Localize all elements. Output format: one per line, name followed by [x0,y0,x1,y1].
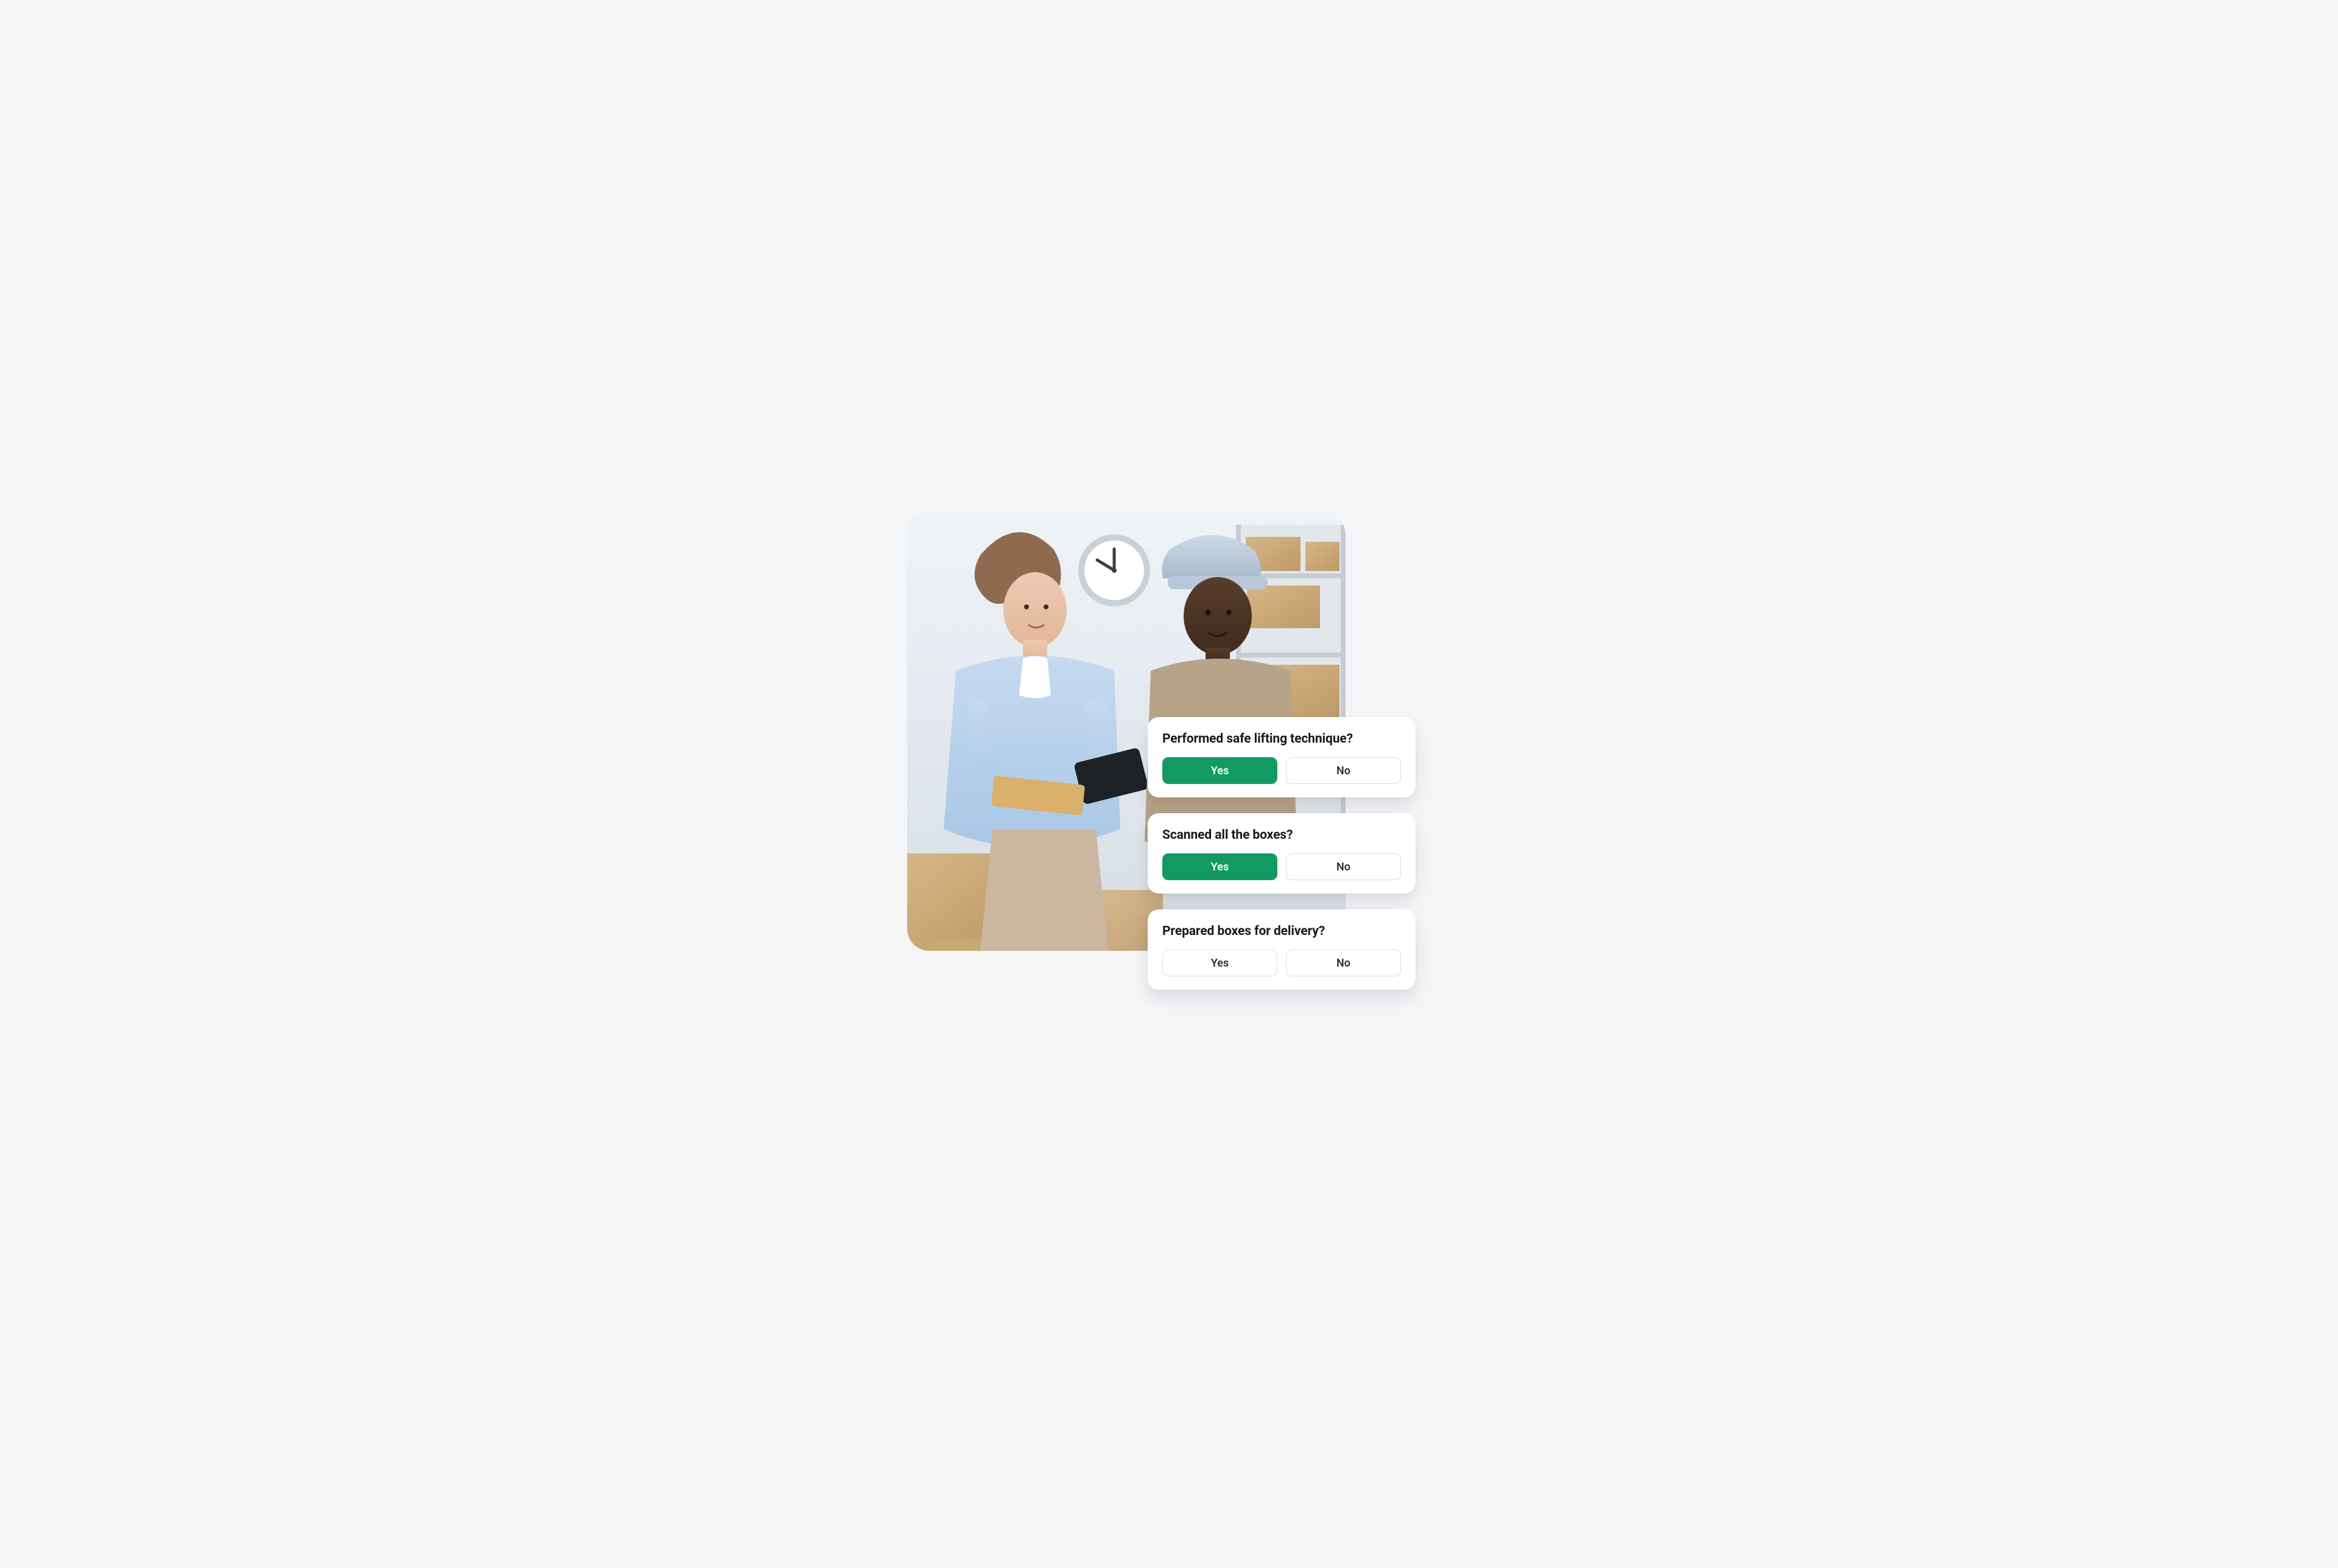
choice-group: Yes No [1162,950,1401,976]
yes-button[interactable]: Yes [1162,950,1277,976]
stage: Performed safe lifting technique? Yes No… [725,486,1613,1082]
no-button[interactable]: No [1286,950,1401,976]
choice-group: Yes No [1162,853,1401,880]
choice-group: Yes No [1162,757,1401,784]
checklist-cards: Performed safe lifting technique? Yes No… [1148,717,1416,1006]
no-button[interactable]: No [1286,853,1401,880]
yes-button[interactable]: Yes [1162,853,1277,880]
card-question: Performed safe lifting technique? [1162,732,1401,746]
checklist-card-1: Performed safe lifting technique? Yes No [1148,717,1416,797]
checklist-card-2: Scanned all the boxes? Yes No [1148,813,1416,894]
checklist-card-3: Prepared boxes for delivery? Yes No [1148,909,1416,990]
no-button[interactable]: No [1286,757,1401,784]
card-question: Scanned all the boxes? [1162,828,1401,842]
card-question: Prepared boxes for delivery? [1162,924,1401,939]
yes-button[interactable]: Yes [1162,757,1277,784]
wall-clock-icon [1081,537,1147,603]
